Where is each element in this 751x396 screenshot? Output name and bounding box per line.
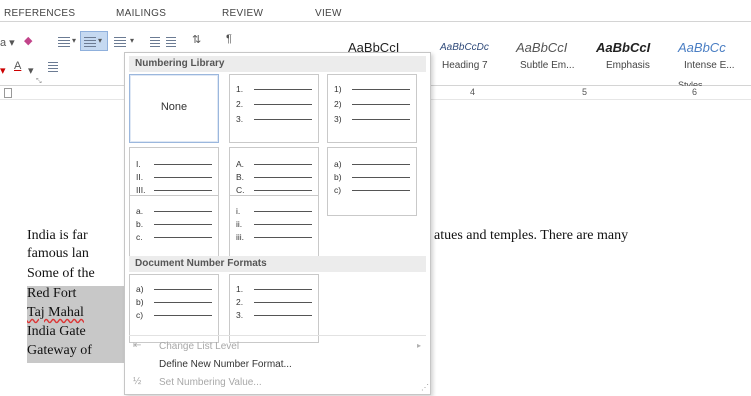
- list-marker: b.: [136, 219, 144, 229]
- font-size-dropdown[interactable]: a ▾: [0, 36, 15, 49]
- doc-list-item: India Gate: [27, 324, 124, 344]
- style-preview-emphasis[interactable]: AaBbCcI: [596, 40, 650, 55]
- tab-selector-icon[interactable]: [4, 88, 12, 98]
- numbering-icon[interactable]: [84, 37, 96, 47]
- list-marker: c): [136, 310, 144, 320]
- style-name-emphasis: Emphasis: [606, 60, 650, 71]
- list-marker: ii.: [236, 219, 243, 229]
- doc-text-line: Some of the: [27, 266, 95, 281]
- doc-list-item: Taj Mahal: [27, 305, 124, 325]
- list-marker: C.: [236, 185, 245, 195]
- list-marker: 2.: [236, 99, 244, 109]
- sort-icon[interactable]: ⇅: [192, 33, 201, 46]
- list-marker: a): [136, 284, 144, 294]
- highlight-color-icon[interactable]: ▾: [0, 64, 6, 77]
- list-marker: iii.: [236, 232, 245, 242]
- list-marker: a): [334, 159, 342, 169]
- list-marker: 3.: [236, 114, 244, 124]
- list-marker: 2): [334, 99, 342, 109]
- doc-text-line: atues and temples. There are many: [434, 228, 629, 243]
- list-marker: I.: [136, 159, 141, 169]
- multilevel-dropdown-icon[interactable]: ▾: [130, 36, 134, 45]
- doc-list-item: Red Fort: [27, 286, 124, 306]
- style-preview-intense-emphasis[interactable]: AaBbCc: [678, 40, 726, 55]
- change-list-level-icon: ⇤: [133, 340, 142, 351]
- list-marker: b): [334, 172, 342, 182]
- numbering-dropdown-menu: Numbering Library None 1. 2. 3. 1) 2) 3)…: [124, 52, 431, 395]
- spelling-flagged-text: Taj Mahal: [27, 305, 84, 320]
- set-numbering-value-item[interactable]: Set Numbering Value...: [159, 377, 262, 388]
- menu-resize-grip-icon[interactable]: ⋰: [421, 383, 429, 392]
- numbering-option-none[interactable]: None: [129, 74, 219, 143]
- tab-view[interactable]: VIEW: [315, 8, 342, 19]
- submenu-arrow-icon: ▸: [417, 341, 422, 350]
- list-marker: 1): [334, 84, 342, 94]
- align-left-icon[interactable]: [48, 62, 58, 72]
- tab-references[interactable]: REFERENCES: [4, 8, 75, 19]
- list-marker: i.: [236, 206, 241, 216]
- bullets-icon[interactable]: [58, 37, 70, 47]
- numbering-option-lower-roman[interactable]: i. ii. iii.: [229, 195, 319, 264]
- clear-format-icon[interactable]: ◆: [24, 34, 32, 47]
- none-label: None: [160, 101, 188, 113]
- style-name-subtle-emphasis: Subtle Em...: [520, 60, 575, 71]
- font-color-dropdown[interactable]: ▾: [28, 64, 34, 77]
- tab-review[interactable]: REVIEW: [222, 8, 263, 19]
- doc-list-item: Gateway of: [27, 343, 124, 363]
- list-marker: b): [136, 297, 144, 307]
- list-marker: c): [334, 185, 342, 195]
- ruler-number: 6: [692, 87, 698, 97]
- numbering-option-decimal-period[interactable]: 1. 2. 3.: [229, 74, 319, 143]
- style-preview-heading7[interactable]: AaBbCcDc: [440, 42, 489, 53]
- list-marker: III.: [136, 185, 146, 195]
- define-new-number-format-item[interactable]: Define New Number Format...: [159, 359, 292, 370]
- font-dialog-launcher-icon[interactable]: ⤡: [36, 78, 42, 86]
- list-marker: 1.: [236, 84, 244, 94]
- list-marker: 2.: [236, 297, 244, 307]
- document-number-formats-header: Document Number Formats: [129, 256, 426, 272]
- list-marker: a.: [136, 206, 144, 216]
- multilevel-list-icon[interactable]: [114, 37, 126, 47]
- numbering-library-header: Numbering Library: [129, 56, 426, 72]
- ruler-number: 5: [582, 87, 588, 97]
- list-marker: c.: [136, 232, 143, 242]
- decrease-indent-icon[interactable]: [150, 37, 160, 47]
- list-marker: 1.: [236, 284, 244, 294]
- list-marker: II.: [136, 172, 144, 182]
- numbering-dropdown-icon[interactable]: ▾: [98, 36, 102, 45]
- ribbon-tab-bar: REFERENCES MAILINGS REVIEW VIEW: [0, 0, 751, 22]
- font-color-icon[interactable]: A: [14, 60, 21, 72]
- ruler-number: 4: [470, 87, 476, 97]
- doc-text-line: famous lan: [27, 246, 89, 261]
- style-name-heading7: Heading 7: [442, 60, 488, 71]
- numbering-option-doc-lower-alpha-paren[interactable]: a) b) c): [129, 274, 219, 343]
- tab-mailings[interactable]: MAILINGS: [116, 8, 166, 19]
- show-formatting-icon[interactable]: ¶: [226, 33, 232, 45]
- increase-indent-icon[interactable]: [166, 37, 176, 47]
- style-name-intense-emphasis: Intense E...: [684, 60, 735, 71]
- numbering-option-lower-alpha-paren[interactable]: a) b) c): [327, 147, 417, 216]
- list-marker: A.: [236, 159, 245, 169]
- menu-separator: [129, 335, 426, 336]
- change-list-level-item[interactable]: Change List Level: [159, 341, 239, 352]
- set-numbering-value-icon: ½: [133, 376, 142, 387]
- numbering-option-lower-alpha-period[interactable]: a. b. c.: [129, 195, 219, 264]
- list-marker: B.: [236, 172, 245, 182]
- bullets-dropdown-icon[interactable]: ▾: [72, 36, 76, 45]
- numbering-option-decimal-paren[interactable]: 1) 2) 3): [327, 74, 417, 143]
- numbering-option-doc-decimal-period[interactable]: 1. 2. 3.: [229, 274, 319, 343]
- doc-text-line: India is far: [27, 228, 88, 243]
- list-marker: 3): [334, 114, 342, 124]
- style-preview-subtle-emphasis[interactable]: AaBbCcI: [516, 40, 567, 55]
- list-marker: 3.: [236, 310, 244, 320]
